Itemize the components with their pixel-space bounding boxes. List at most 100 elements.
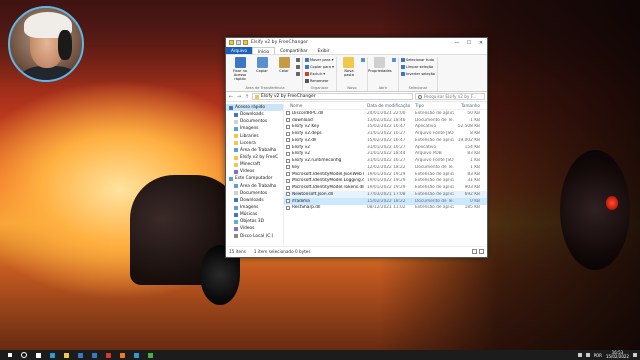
limpar-selecao-button[interactable]: Limpar seleção xyxy=(400,64,435,70)
new-item-button[interactable] xyxy=(360,57,365,63)
sidebar-item-acesso-rapido[interactable]: Acesso rápido xyxy=(226,104,283,112)
back-button[interactable]: ← xyxy=(228,94,234,100)
forward-button[interactable]: → xyxy=(236,94,242,100)
sidebar-item-minecraft[interactable]: Minecraft xyxy=(226,161,283,168)
sidebar-item-label: Objetos 3D xyxy=(240,219,264,225)
copiar-button[interactable]: Copiar xyxy=(252,57,272,86)
large-icons-view-icon[interactable] xyxy=(479,248,484,254)
selecionar-tudo-button[interactable]: Selecionar tudo xyxy=(400,57,435,63)
file-icon xyxy=(286,192,290,197)
taskview-taskbar-button[interactable] xyxy=(31,350,45,360)
propriedades-button[interactable]: Propriedades xyxy=(368,57,392,86)
sidebar-item-elsify-v2-by-freec[interactable]: Elsify v2 by FreeC xyxy=(226,154,283,161)
sidebar-item-area-de-trabalho[interactable]: Área de Trabalho xyxy=(226,183,283,190)
file-icon xyxy=(286,145,290,150)
table-row[interactable]: Elsify v2.dll 15/02/2022 16:47 Extensão de… xyxy=(284,137,487,144)
fixar-no-acesso-rapido-button[interactable]: Fixar no Acesso rápido xyxy=(230,57,250,86)
table-row[interactable]: Microsoft.IdentityModel.JsonWebTokens...… xyxy=(284,171,487,178)
table-row[interactable]: Elsify v2 31/01/2022 16:27 Aplicativo 154 K… xyxy=(284,144,487,151)
file-list[interactable]: Nome Data de modificação Tipo Tamanho Di… xyxy=(284,102,487,246)
start-button[interactable] xyxy=(3,350,17,360)
sidebar-item-documentos[interactable]: Documentos xyxy=(226,190,283,197)
volume-icon[interactable] xyxy=(585,353,590,357)
explorer-taskbar-button[interactable] xyxy=(59,350,73,360)
copy-path-button[interactable] xyxy=(296,64,300,70)
up-button[interactable]: ↑ xyxy=(244,94,250,100)
copiar-para-button[interactable]: Copiar para ▾ xyxy=(305,64,334,70)
sidebar-item-objetos-3d[interactable]: Objetos 3D xyxy=(226,218,283,225)
cut-button[interactable] xyxy=(296,57,300,63)
table-row[interactable]: Microsoft.IdentityModel.Tokens.dll 19/01/… xyxy=(284,184,487,191)
table-row[interactable]: RestSharp.dll 08/12/2021 11:02 Extensão de… xyxy=(284,205,487,212)
sidebar-item-downloads[interactable]: Downloads xyxy=(226,197,283,204)
file-icon xyxy=(286,138,290,143)
network-icon[interactable] xyxy=(577,353,582,357)
search-box[interactable]: Pesquisar Elsify v2 by F... xyxy=(415,93,485,100)
sidebar-item-imagens[interactable]: Imagens xyxy=(226,204,283,211)
app-red-taskbar-button[interactable] xyxy=(101,350,115,360)
sidebar-item-label: Downloads xyxy=(240,112,264,118)
table-row[interactable]: Elsify v2.runtimeconfig 31/01/2022 16:27 A… xyxy=(284,157,487,164)
store-taskbar-button[interactable] xyxy=(73,350,87,360)
table-row[interactable]: DiscordRPC.dll 24/01/2021 22:00 Extensão d… xyxy=(284,110,487,117)
maximize-button[interactable]: ☐ xyxy=(463,38,475,47)
taskbar-apps xyxy=(31,350,157,360)
select-all-icon xyxy=(400,58,405,62)
notifications-icon[interactable] xyxy=(633,353,637,357)
clock[interactable]: 16:53 15/02/2022 xyxy=(606,351,629,359)
open-button[interactable] xyxy=(391,57,396,63)
window-titlebar[interactable]: Elsify v2 by FreeChanger — ☐ ✕ xyxy=(226,38,487,47)
address-bar[interactable]: Elsify v2 by FreeChanger xyxy=(252,93,413,100)
sidebar-item-imagens[interactable]: Imagens xyxy=(226,125,283,132)
table-row[interactable]: key 12/02/2022 18:22 Documento de Te... 1 K… xyxy=(284,164,487,171)
paste-shortcut-button[interactable] xyxy=(296,71,300,77)
new-folder-small-icon[interactable] xyxy=(243,40,248,45)
sidebar-item-este-computador[interactable]: Este Computador xyxy=(226,175,283,182)
sidebar-item-disco-local-c[interactable]: Disco Local (C:) xyxy=(226,233,283,240)
sidebar-item-musicas[interactable]: Músicas xyxy=(226,211,283,218)
table-row[interactable]: download 13/02/2022 18:46 Documento de Te.… xyxy=(284,117,487,124)
colar-button[interactable]: Colar xyxy=(274,57,294,86)
app-green-taskbar-button[interactable] xyxy=(143,350,157,360)
sidebar-item-libraries[interactable]: Libraries xyxy=(226,133,283,140)
table-row[interactable]: Microsoft.IdentityModel.Logging.dll 19/01… xyxy=(284,178,487,185)
sidebar-item-videos[interactable]: Vídeos xyxy=(226,225,283,232)
edge-taskbar-button[interactable] xyxy=(45,350,59,360)
sidebar-item-label: Disco Local (C:) xyxy=(240,233,274,239)
details-view-icon[interactable] xyxy=(472,248,477,254)
mover-para-button[interactable]: Mover para ▾ xyxy=(305,57,334,63)
app-blue-taskbar-button[interactable] xyxy=(129,350,143,360)
table-row[interactable]: Newtonsoft.Json.dll 17/03/2021 17:08 Exten… xyxy=(284,191,487,198)
excluir-button[interactable]: Excluir ▾ xyxy=(305,71,334,77)
sidebar-item-licenra[interactable]: Licenra xyxy=(226,140,283,147)
navigation-pane[interactable]: Acesso rápido Downloads Documentos Imagens L… xyxy=(226,102,284,246)
column-type[interactable]: Tipo xyxy=(412,103,454,108)
sidebar-item-documentos[interactable]: Documentos xyxy=(226,118,283,125)
taskbar-search-button[interactable] xyxy=(17,350,31,360)
sidebar-item-area-de-trabalho[interactable]: Área de Trabalho xyxy=(226,147,283,154)
close-button[interactable]: ✕ xyxy=(475,38,487,47)
table-row[interactable]: ifradima 15/02/2022 18:22 Documento de Te.… xyxy=(284,197,487,205)
renomear-button[interactable]: Renomear xyxy=(305,78,334,84)
column-date[interactable]: Data de modificação xyxy=(364,103,412,108)
tab-arquivo[interactable]: Arquivo xyxy=(226,47,253,54)
tab-compartilhar[interactable]: Compartilhar xyxy=(275,47,312,54)
nova-pasta-button[interactable]: Nova pasta xyxy=(339,57,359,86)
table-row[interactable]: Elsify v2.deps 31/01/2022 16:27 Arquivo Fo… xyxy=(284,130,487,137)
sidebar-item-videos[interactable]: Vídeos xyxy=(226,168,283,175)
inverter-selecao-button[interactable]: Inverter seleção xyxy=(400,71,435,77)
language-indicator[interactable]: POR xyxy=(594,353,602,358)
table-row[interactable]: Elsify v2 Key 15/02/2022 16:47 Aplicativo 5… xyxy=(284,124,487,131)
minimize-button[interactable]: — xyxy=(451,38,463,47)
properties-small-icon[interactable] xyxy=(236,40,241,45)
column-name[interactable]: Nome xyxy=(284,103,364,108)
mail-taskbar-button[interactable] xyxy=(87,350,101,360)
tab-exibir[interactable]: Exibir xyxy=(313,47,335,54)
file-explorer-window[interactable]: Elsify v2 by FreeChanger — ☐ ✕ Arquivo I… xyxy=(225,37,488,258)
new-folder-icon xyxy=(343,57,355,68)
column-size[interactable]: Tamanho xyxy=(454,103,484,108)
app-orange-taskbar-button[interactable] xyxy=(115,350,129,360)
table-row[interactable]: Elsify v2 31/01/2022 18:44 Arquivo PDB 83 K… xyxy=(284,151,487,158)
tab-inicio[interactable]: Início xyxy=(252,47,276,54)
sidebar-item-downloads[interactable]: Downloads xyxy=(226,111,283,118)
